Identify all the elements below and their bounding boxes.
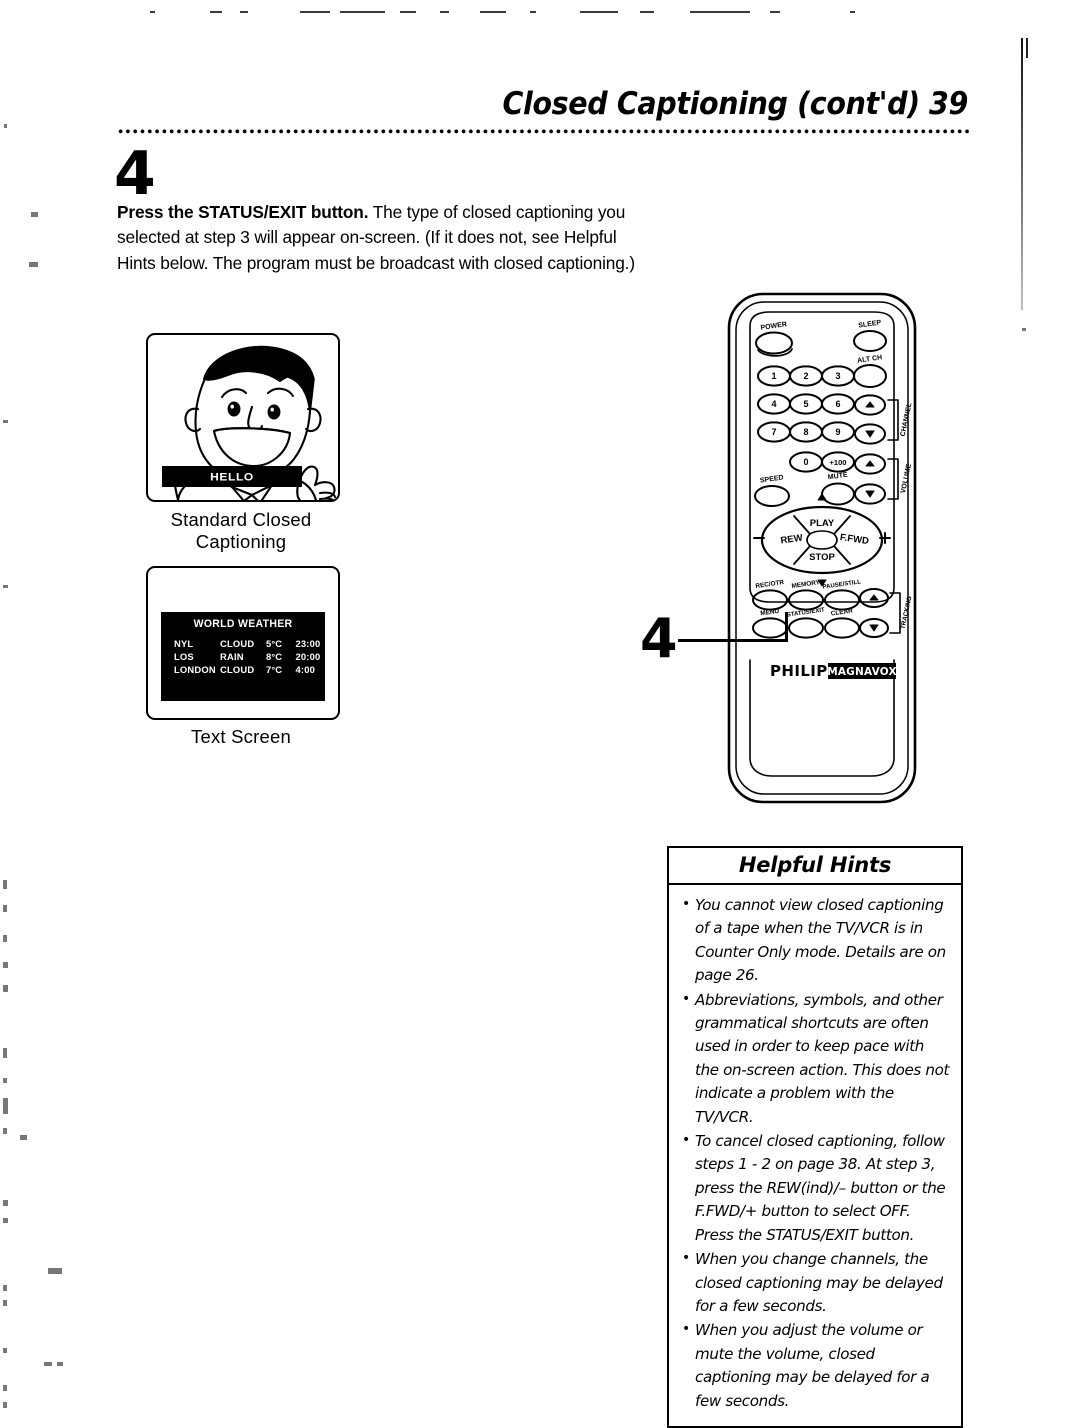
helpful-hints-box: Helpful Hints You cannot view closed cap… — [667, 846, 963, 1428]
figure-caption-standard-cc: Standard Closed Captioning — [170, 509, 312, 552]
scan-artifact-right-line-short — [1026, 38, 1028, 58]
caption-bar-text: HELLO — [210, 470, 254, 483]
scan-speck — [3, 1098, 8, 1114]
svg-text:3: 3 — [835, 371, 840, 381]
svg-text:2: 2 — [803, 371, 808, 381]
scan-speck — [3, 420, 8, 423]
weather-condition: RAIN — [220, 651, 244, 663]
svg-text:1: 1 — [771, 371, 776, 381]
list-item: Abbreviations, symbols, and other gramma… — [680, 988, 950, 1129]
scan-speck — [3, 1385, 7, 1391]
table-row: LOS RAIN 8°C 20:00 — [161, 650, 325, 663]
weather-temp: 8°C — [265, 651, 283, 663]
step-number: 4 — [114, 139, 156, 209]
svg-text:+100: +100 — [830, 458, 847, 467]
scan-speck — [3, 962, 8, 968]
weather-time: 23:00 — [295, 638, 321, 650]
svg-text:7: 7 — [771, 427, 776, 437]
scan-speck — [3, 1402, 7, 1408]
svg-text:MAGNAVOX: MAGNAVOX — [827, 666, 897, 678]
document-page: Closed Captioning (cont'd) 39 4 Press the… — [0, 0, 1080, 1428]
remote-control-diagram: POWER SLEEP ALT CH 1 2 3 4 5 6 7 8 9 0 +… — [722, 288, 922, 808]
weather-city: NYL — [174, 638, 194, 650]
page-number: 39 — [929, 86, 968, 122]
scan-speck — [3, 1048, 7, 1058]
svg-text:6: 6 — [835, 399, 840, 409]
helpful-hints-list: You cannot view closed captioning of a t… — [669, 885, 961, 1426]
scan-speck — [3, 880, 7, 889]
scan-speck — [1022, 328, 1026, 331]
callout-step-number: 4 — [640, 607, 678, 670]
figure-caption-text-screen: Text Screen — [191, 726, 291, 747]
step-instruction-lead: Press the STATUS/EXIT button. — [117, 202, 369, 222]
svg-text:5: 5 — [803, 399, 808, 409]
scan-speck — [31, 212, 38, 217]
scan-speck — [3, 1300, 7, 1306]
page-title-text: Closed Captioning (cont'd) — [502, 86, 920, 122]
scan-speck — [4, 124, 7, 128]
table-row: NYL CLOUD 5°C 23:00 — [161, 637, 325, 650]
scan-speck — [3, 985, 8, 992]
text-screen-content: WORLD WEATHER NYL CLOUD 5°C 23:00 LOS RA… — [161, 612, 325, 701]
svg-text:PLAY: PLAY — [810, 518, 835, 529]
weather-city: LONDON — [174, 664, 216, 676]
header-dotted-rule — [118, 128, 970, 136]
scan-speck — [3, 1285, 7, 1291]
figure-standard-closed-captioning: HELLO Standard Closed Captioning — [146, 333, 340, 552]
scan-artifact-right-line — [1021, 38, 1023, 310]
page-title: Closed Captioning (cont'd) 39 — [502, 86, 968, 122]
scan-speck — [3, 1348, 7, 1353]
helpful-hints-title: Helpful Hints — [669, 848, 961, 885]
scan-speck — [3, 1128, 7, 1134]
callout-leader-line — [678, 639, 788, 642]
scan-speck — [57, 1362, 63, 1366]
scan-speck — [3, 1200, 8, 1206]
weather-condition: CLOUD — [220, 638, 255, 650]
scan-speck — [44, 1362, 52, 1366]
scan-speck — [29, 262, 38, 267]
weather-condition: CLOUD — [220, 664, 255, 676]
svg-text:0: 0 — [803, 457, 808, 467]
list-item: When you change channels, the closed cap… — [680, 1247, 950, 1318]
figure-text-screen: WORLD WEATHER NYL CLOUD 5°C 23:00 LOS RA… — [146, 566, 340, 747]
list-item: You cannot view closed captioning of a t… — [680, 893, 950, 988]
list-item: When you adjust the volume or mute the v… — [680, 1318, 950, 1413]
callout-leader-line-vertical — [785, 612, 788, 642]
scan-speck — [20, 1135, 27, 1140]
text-screen-title: WORLD WEATHER — [193, 617, 293, 631]
weather-table: NYL CLOUD 5°C 23:00 LOS RAIN 8°C 20:00 L… — [161, 637, 325, 677]
svg-text:8: 8 — [803, 427, 808, 437]
list-item: To cancel closed captioning, follow step… — [680, 1129, 950, 1247]
weather-time: 20:00 — [295, 651, 321, 663]
weather-city: LOS — [174, 651, 194, 663]
scan-artifact-top — [150, 8, 950, 16]
scan-speck — [3, 1218, 8, 1223]
svg-text:4: 4 — [771, 399, 776, 409]
step-instruction-text: Press the STATUS/EXIT button. The type o… — [117, 200, 657, 276]
weather-time: 4:00 — [295, 664, 316, 676]
weather-temp: 7°C — [265, 664, 283, 676]
scan-speck — [3, 905, 7, 912]
tv-screen-standard-cc: HELLO — [146, 333, 340, 502]
weather-temp: 5°C — [265, 638, 283, 650]
tv-screen-text: WORLD WEATHER NYL CLOUD 5°C 23:00 LOS RA… — [146, 566, 340, 720]
scan-speck — [3, 585, 8, 588]
svg-text:9: 9 — [835, 427, 840, 437]
svg-text:STOP: STOP — [809, 552, 835, 563]
scan-speck — [3, 935, 7, 942]
caption-bar: HELLO — [162, 466, 302, 487]
scan-speck — [3, 1078, 7, 1083]
table-row: LONDON CLOUD 7°C 4:00 — [161, 663, 325, 676]
scan-speck — [48, 1268, 62, 1274]
